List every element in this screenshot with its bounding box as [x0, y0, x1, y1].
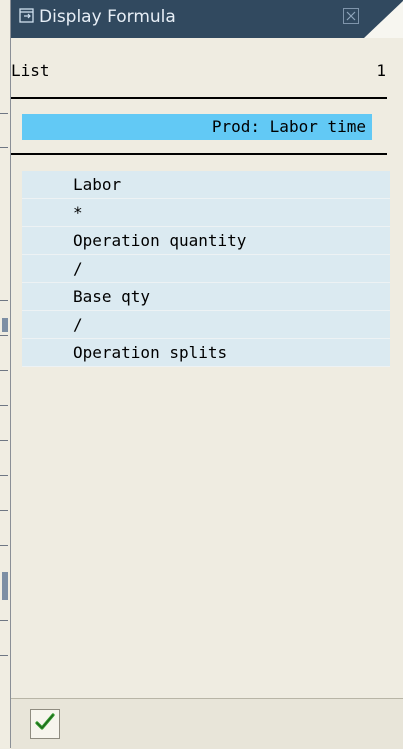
list-header: List 1 [11, 58, 403, 84]
background-marker [2, 572, 8, 600]
confirm-button[interactable] [30, 709, 60, 739]
titlebar-accent [364, 0, 403, 38]
formula-item-operation-splits[interactable]: Operation splits [22, 339, 390, 367]
background-tick [0, 655, 8, 656]
background-tick [0, 335, 8, 336]
background-tick [0, 405, 8, 406]
checkmark-icon [35, 713, 55, 735]
dialog-titlebar[interactable]: Display Formula [11, 0, 403, 38]
background-tick [0, 370, 8, 371]
formula-item-labor[interactable]: Labor [22, 171, 390, 199]
background-tick [0, 545, 8, 546]
list-label: List [11, 61, 50, 80]
background-tick [0, 475, 8, 476]
formula-title: Prod: Labor time [211, 117, 366, 136]
close-icon[interactable] [343, 8, 359, 24]
background-tick [0, 113, 8, 114]
formula-item-multiply[interactable]: * [22, 199, 390, 227]
divider-line [11, 153, 387, 155]
window-icon [19, 8, 35, 24]
background-tick [0, 510, 8, 511]
formula-item-operation-quantity[interactable]: Operation quantity [22, 227, 390, 255]
display-formula-dialog: Display Formula List 1 Prod: Labor time … [10, 0, 403, 749]
background-tick [0, 620, 8, 621]
background-marker [2, 318, 8, 332]
list-count: 1 [376, 61, 386, 80]
background-tick [0, 440, 8, 441]
formula-title-bar[interactable]: Prod: Labor time [22, 114, 372, 140]
formula-list: Labor * Operation quantity / Base qty / … [22, 171, 390, 367]
background-window-edge [0, 0, 10, 748]
background-tick [0, 147, 8, 148]
formula-item-base-qty[interactable]: Base qty [22, 283, 390, 311]
dialog-title: Display Formula [39, 7, 176, 27]
divider-line [11, 97, 387, 99]
background-tick [0, 300, 8, 301]
dialog-footer [11, 698, 403, 749]
formula-item-divide[interactable]: / [22, 255, 390, 283]
formula-item-divide[interactable]: / [22, 311, 390, 339]
